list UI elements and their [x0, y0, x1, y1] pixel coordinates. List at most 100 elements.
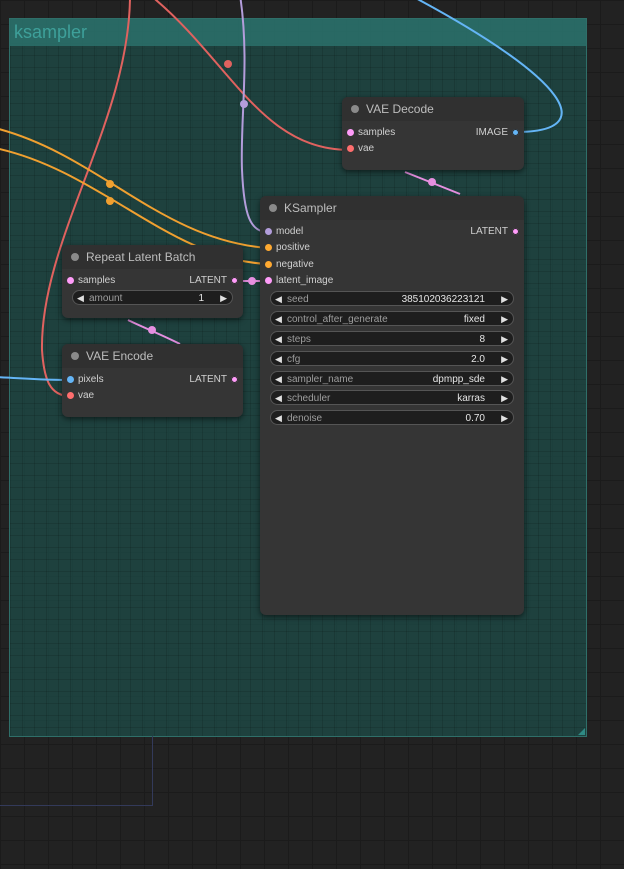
- increment-arrow-icon[interactable]: ▶: [501, 292, 508, 307]
- latent-pin-icon[interactable]: [231, 376, 238, 383]
- node-vae-decode[interactable]: VAE Decode samples vae IMAGE: [342, 97, 524, 170]
- widget-label: seed: [287, 294, 309, 305]
- widget-value: dpmpp_sde: [432, 374, 485, 385]
- slot-label: vae: [358, 143, 375, 154]
- widget-value: karras: [457, 393, 485, 404]
- node-ksampler[interactable]: KSampler model positive negative latent_…: [260, 196, 524, 615]
- node-title: VAE Encode: [86, 349, 154, 363]
- input-slot-vae[interactable]: vae: [342, 142, 374, 156]
- collapse-dot-icon[interactable]: [71, 352, 79, 360]
- latent-pin-icon[interactable]: [67, 277, 74, 284]
- node-vae-encode[interactable]: VAE Encode pixels vae LATENT: [62, 344, 243, 417]
- decrement-arrow-icon[interactable]: ◀: [275, 391, 282, 406]
- widget-cfg[interactable]: ◀ cfg 2.0 ▶: [270, 351, 514, 366]
- output-slot-latent[interactable]: LATENT: [189, 373, 243, 387]
- vae-pin-icon[interactable]: [347, 145, 354, 152]
- increment-arrow-icon[interactable]: ▶: [501, 352, 508, 367]
- widget-label: scheduler: [287, 393, 331, 404]
- input-slot-latent-image[interactable]: latent_image: [260, 274, 333, 288]
- widget-label: control_after_generate: [287, 314, 388, 325]
- widget-seed[interactable]: ◀ seed 385102036223121 ▶: [270, 291, 514, 306]
- decrement-arrow-icon[interactable]: ◀: [275, 292, 282, 307]
- latent-pin-icon[interactable]: [347, 129, 354, 136]
- increment-arrow-icon[interactable]: ▶: [501, 372, 508, 387]
- collapse-dot-icon[interactable]: [351, 105, 359, 113]
- widget-value: 385102036223121: [401, 294, 485, 305]
- slot-label: LATENT: [189, 374, 227, 385]
- vae-pin-icon[interactable]: [67, 392, 74, 399]
- conditioning-pin-icon[interactable]: [265, 261, 272, 268]
- node-repeat-latent-batch[interactable]: Repeat Latent Batch samples LATENT ◀ amo…: [62, 245, 243, 318]
- slot-label: positive: [276, 242, 310, 253]
- widget-steps[interactable]: ◀ steps 8 ▶: [270, 331, 514, 346]
- wire-pixels-in: [0, 376, 71, 381]
- widget-value: 2.0: [471, 354, 485, 365]
- node-title-bar[interactable]: VAE Decode: [342, 97, 524, 121]
- increment-arrow-icon[interactable]: ▶: [501, 332, 508, 347]
- increment-arrow-icon[interactable]: ▶: [501, 312, 508, 327]
- node-title-bar[interactable]: Repeat Latent Batch: [62, 245, 243, 269]
- slot-label: samples: [358, 127, 396, 138]
- collapse-dot-icon[interactable]: [269, 204, 277, 212]
- widget-label: amount: [89, 293, 123, 304]
- input-slot-samples[interactable]: samples: [62, 274, 115, 288]
- widget-sampler-name[interactable]: ◀ sampler_name dpmpp_sde ▶: [270, 371, 514, 386]
- wire-positive: [0, 128, 269, 249]
- wire-midpoint: [148, 326, 156, 334]
- decrement-arrow-icon[interactable]: ◀: [275, 332, 282, 347]
- input-slot-model[interactable]: model: [260, 225, 303, 239]
- output-slot-latent[interactable]: LATENT: [189, 274, 243, 288]
- increment-arrow-icon[interactable]: ▶: [220, 291, 227, 306]
- node-title-bar[interactable]: KSampler: [260, 196, 524, 220]
- wire-midpoint: [428, 178, 436, 186]
- widget-value: 8: [479, 334, 485, 345]
- slot-label: negative: [276, 259, 314, 270]
- wire-midpoint: [240, 100, 248, 108]
- input-slot-pixels[interactable]: pixels: [62, 373, 104, 387]
- input-slot-negative[interactable]: negative: [260, 258, 314, 272]
- input-slot-samples[interactable]: samples: [342, 126, 395, 140]
- wire-vae-to-decode: [154, 0, 351, 151]
- increment-arrow-icon[interactable]: ▶: [501, 411, 508, 426]
- image-pin-icon[interactable]: [512, 129, 519, 136]
- slot-label: pixels: [78, 374, 104, 385]
- node-title: KSampler: [284, 201, 337, 215]
- slot-label: vae: [78, 390, 95, 401]
- decrement-arrow-icon[interactable]: ◀: [275, 352, 282, 367]
- widget-denoise[interactable]: ◀ denoise 0.70 ▶: [270, 410, 514, 425]
- input-slot-positive[interactable]: positive: [260, 241, 310, 255]
- widget-label: sampler_name: [287, 374, 354, 385]
- latent-pin-icon[interactable]: [512, 228, 519, 235]
- conditioning-pin-icon[interactable]: [265, 244, 272, 251]
- slot-label: LATENT: [189, 275, 227, 286]
- node-title-bar[interactable]: VAE Encode: [62, 344, 243, 368]
- model-pin-icon[interactable]: [265, 228, 272, 235]
- wire-midpoint: [106, 197, 114, 205]
- collapse-dot-icon[interactable]: [71, 253, 79, 261]
- decrement-arrow-icon[interactable]: ◀: [77, 291, 84, 306]
- slot-label: samples: [78, 275, 116, 286]
- increment-arrow-icon[interactable]: ▶: [501, 391, 508, 406]
- slot-label: IMAGE: [475, 127, 508, 138]
- output-slot-image[interactable]: IMAGE: [476, 126, 524, 140]
- latent-pin-icon[interactable]: [231, 277, 238, 284]
- widget-amount[interactable]: ◀ amount 1 ▶: [72, 290, 233, 305]
- widget-control-after-generate[interactable]: ◀ control_after_generate fixed ▶: [270, 311, 514, 326]
- decrement-arrow-icon[interactable]: ◀: [275, 312, 282, 327]
- input-slot-vae[interactable]: vae: [62, 389, 94, 403]
- slot-label: LATENT: [470, 226, 508, 237]
- widget-value: fixed: [463, 314, 485, 325]
- slot-label: latent_image: [276, 275, 334, 286]
- latent-pin-icon[interactable]: [265, 277, 272, 284]
- output-slot-latent[interactable]: LATENT: [470, 225, 524, 239]
- widget-label: cfg: [287, 354, 301, 365]
- decrement-arrow-icon[interactable]: ◀: [275, 372, 282, 387]
- decrement-arrow-icon[interactable]: ◀: [275, 411, 282, 426]
- wire-midpoint: [106, 180, 114, 188]
- slot-label: model: [276, 226, 304, 237]
- wire-midpoint: [248, 277, 256, 285]
- image-pin-icon[interactable]: [67, 376, 74, 383]
- node-title: VAE Decode: [366, 102, 434, 116]
- widget-scheduler[interactable]: ◀ scheduler karras ▶: [270, 390, 514, 405]
- wire-midpoint: [224, 60, 232, 68]
